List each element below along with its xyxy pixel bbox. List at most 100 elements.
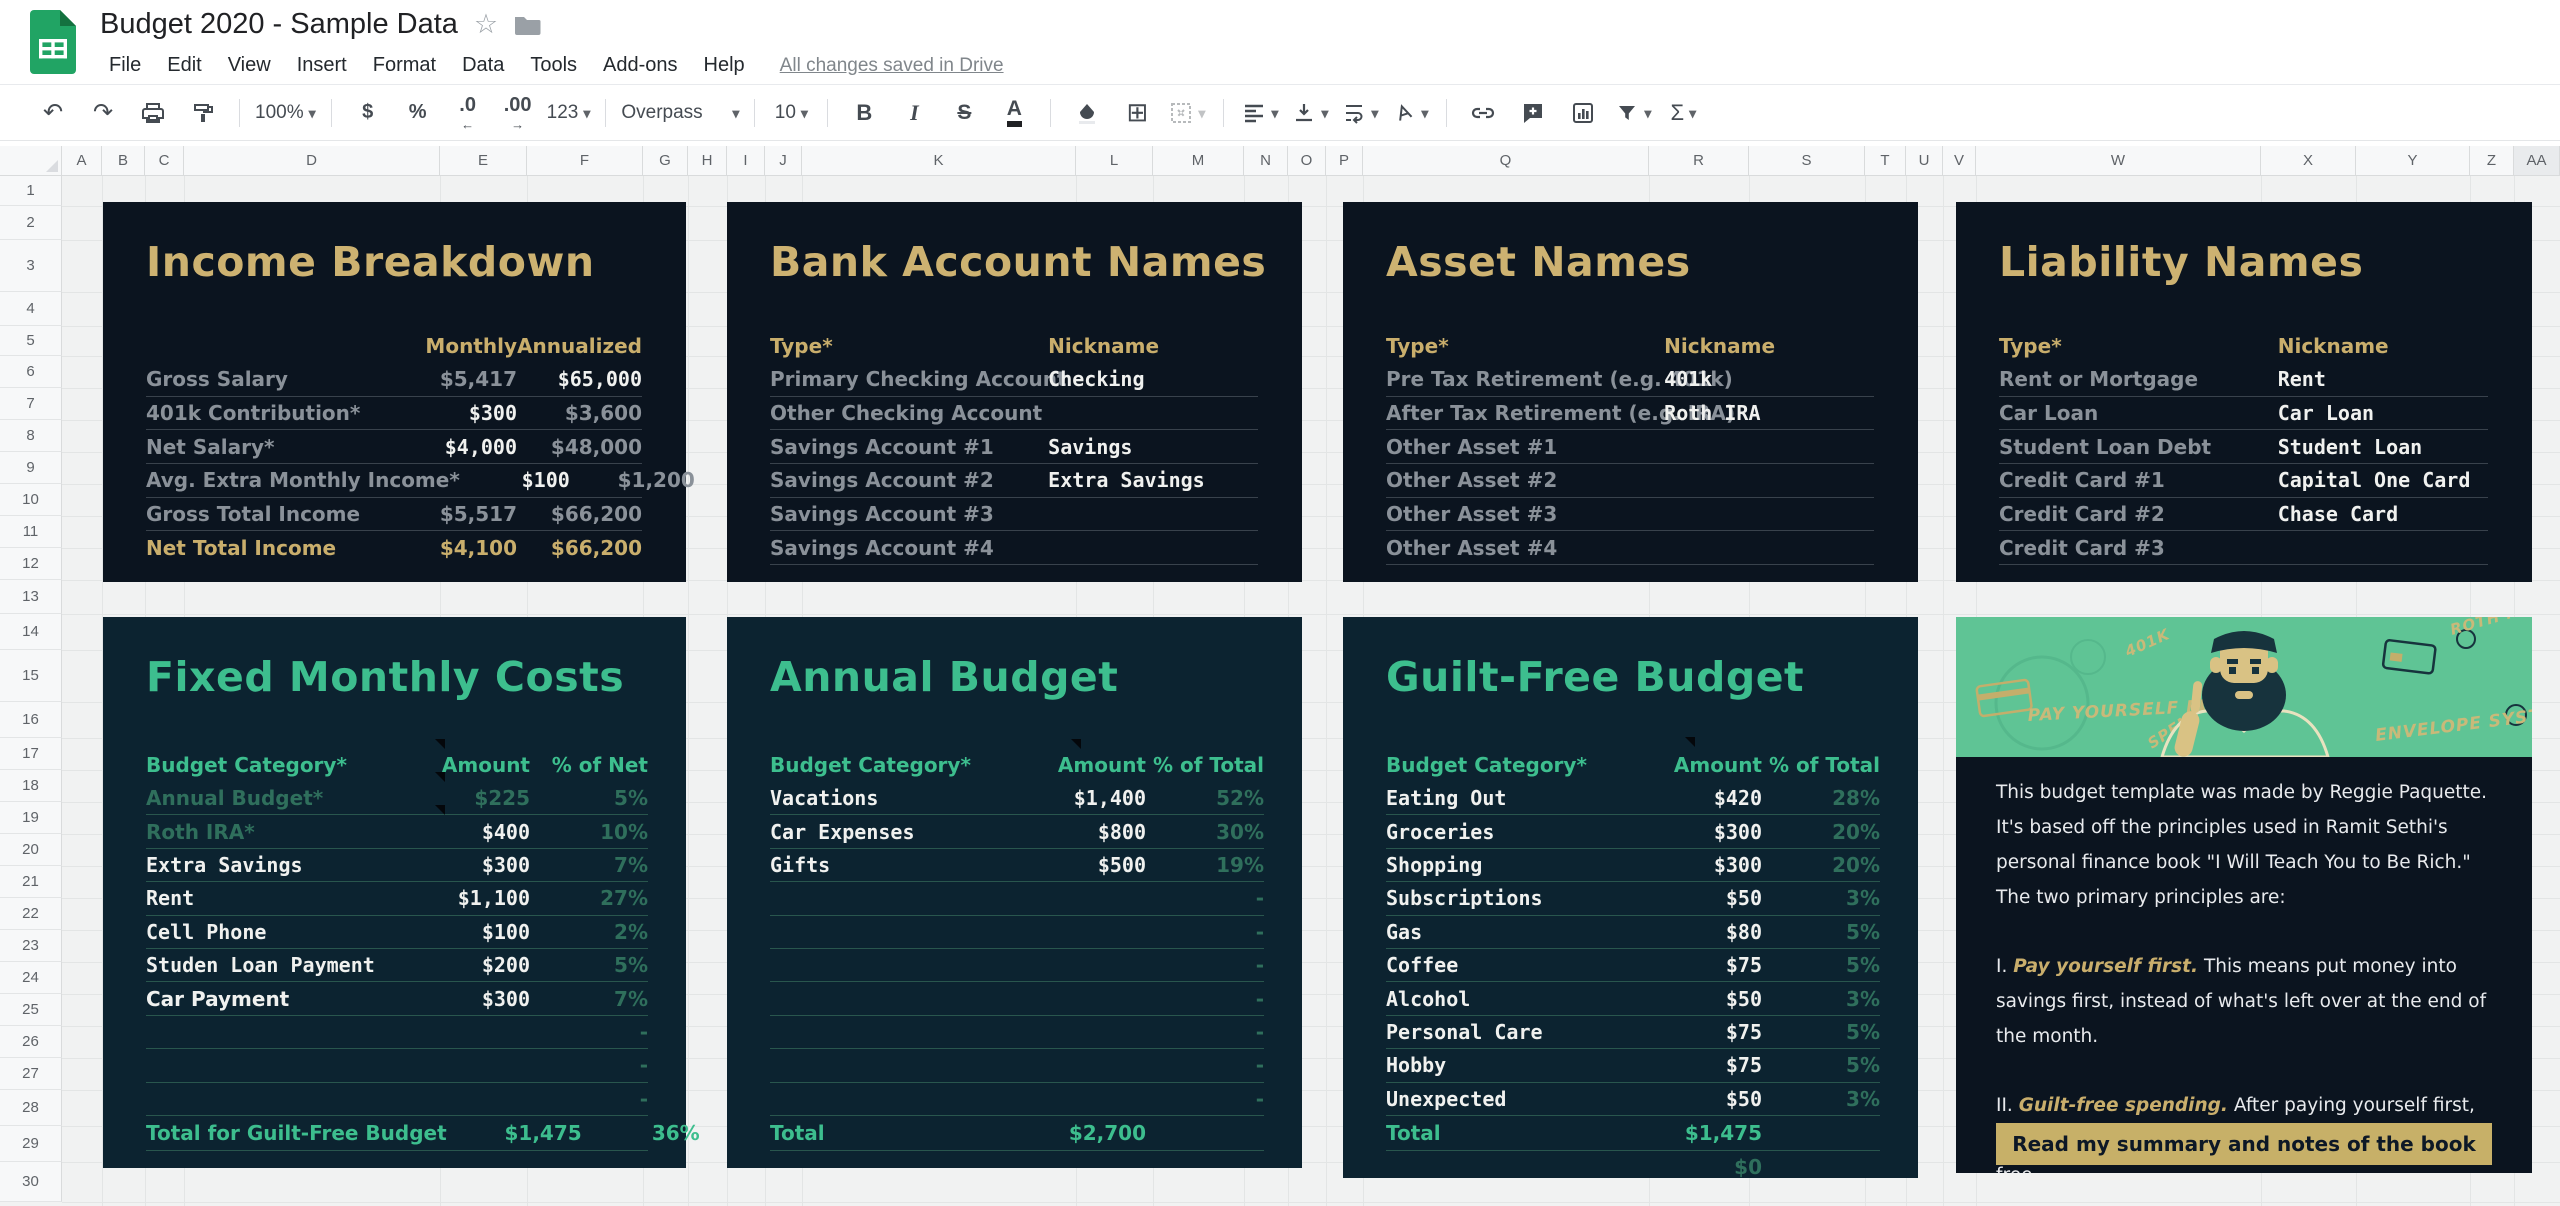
cell-amount[interactable]: $500 bbox=[1011, 853, 1146, 877]
row-header[interactable]: 5 bbox=[0, 326, 62, 356]
cell-percent[interactable]: 30% bbox=[1146, 820, 1264, 844]
print-button[interactable] bbox=[128, 92, 178, 134]
cell-percent[interactable]: - bbox=[1146, 987, 1264, 1011]
cell-amount[interactable]: $300 bbox=[1627, 820, 1762, 844]
card-title[interactable]: Income Breakdown bbox=[146, 238, 595, 286]
column-header[interactable]: P bbox=[1326, 146, 1363, 176]
cell-percent[interactable]: 2% bbox=[530, 920, 648, 944]
menu-format[interactable]: Format bbox=[360, 50, 449, 81]
row-header[interactable]: 23 bbox=[0, 930, 62, 962]
spreadsheet-grid[interactable]: A B C D E F G H I J K L M N O P Q R S T U V W X Y Z AA 1 2 3 4 5 6 7 8 9 10… bbox=[0, 146, 2560, 1206]
cell-category[interactable]: Gas bbox=[1386, 920, 1627, 944]
cell-category[interactable]: Hobby bbox=[1386, 1053, 1627, 1077]
cell-category[interactable]: Roth IRA* bbox=[146, 820, 395, 844]
row-header[interactable]: 27 bbox=[0, 1058, 62, 1090]
column-header[interactable]: N bbox=[1244, 146, 1288, 176]
cell-label[interactable]: 401k Contribution* bbox=[146, 401, 407, 425]
row-header[interactable]: 3 bbox=[0, 240, 62, 292]
cell-nickname[interactable]: Roth IRA bbox=[1664, 401, 1874, 425]
cell-percent[interactable]: 52% bbox=[1146, 786, 1264, 810]
cell-percent[interactable]: 7% bbox=[530, 853, 648, 877]
cell-annualized[interactable]: $3,600 bbox=[517, 401, 642, 425]
cell-category[interactable]: Studen Loan Payment bbox=[146, 953, 395, 977]
cell-percent[interactable]: - bbox=[1146, 920, 1264, 944]
row-header[interactable]: 14 bbox=[0, 614, 62, 650]
total-monthly[interactable]: $4,100 bbox=[407, 536, 517, 560]
row-header[interactable]: 28 bbox=[0, 1090, 62, 1126]
cell-percent[interactable]: 7% bbox=[530, 987, 648, 1011]
cell-percent[interactable]: 5% bbox=[1762, 953, 1880, 977]
row-header[interactable]: 21 bbox=[0, 866, 62, 898]
row-header[interactable]: 20 bbox=[0, 834, 62, 866]
column-header[interactable]: H bbox=[688, 146, 727, 176]
move-folder-icon[interactable] bbox=[514, 14, 541, 36]
cell-amount[interactable]: $1,100 bbox=[395, 886, 530, 910]
cell-percent[interactable]: 5% bbox=[1762, 1053, 1880, 1077]
menu-view[interactable]: View bbox=[215, 50, 284, 81]
cell-annualized[interactable]: $1,200 bbox=[570, 468, 695, 492]
row-header[interactable]: 22 bbox=[0, 898, 62, 930]
cell-type[interactable]: Credit Card #1 bbox=[1999, 468, 2278, 492]
column-header[interactable]: U bbox=[1906, 146, 1943, 176]
cell-nickname[interactable]: Extra Savings bbox=[1048, 468, 1258, 492]
cell-amount[interactable]: $800 bbox=[1011, 820, 1146, 844]
row-header[interactable]: 11 bbox=[0, 516, 62, 548]
cell-amount[interactable]: $75 bbox=[1627, 1053, 1762, 1077]
cell-nickname[interactable]: Savings bbox=[1048, 435, 1258, 459]
column-header[interactable]: Y bbox=[2356, 146, 2470, 176]
cell-type[interactable]: Credit Card #3 bbox=[1999, 536, 2278, 560]
cell-amount[interactable]: $80 bbox=[1627, 920, 1762, 944]
cell-type[interactable]: Other Checking Account bbox=[770, 401, 1048, 425]
cell-percent[interactable]: - bbox=[1146, 1053, 1264, 1077]
total-annual[interactable]: $66,200 bbox=[517, 536, 642, 560]
cell-percent[interactable]: 20% bbox=[1762, 853, 1880, 877]
row-header[interactable]: 29 bbox=[0, 1126, 62, 1162]
total-amount[interactable]: $2,700 bbox=[1011, 1121, 1146, 1145]
row-header[interactable]: 24 bbox=[0, 962, 62, 994]
menu-tools[interactable]: Tools bbox=[517, 50, 590, 81]
cell-nickname[interactable]: 401k bbox=[1664, 367, 1874, 391]
row-header[interactable]: 4 bbox=[0, 292, 62, 326]
cell-amount[interactable]: $75 bbox=[1627, 953, 1762, 977]
column-header[interactable]: W bbox=[1976, 146, 2261, 176]
cell-category[interactable]: Subscriptions bbox=[1386, 886, 1627, 910]
cell-percent[interactable]: 3% bbox=[1762, 886, 1880, 910]
cell-amount[interactable]: $200 bbox=[395, 953, 530, 977]
column-header[interactable]: E bbox=[440, 146, 527, 176]
total-label[interactable]: Total for Guilt-Free Budget bbox=[146, 1121, 447, 1145]
cell-nickname[interactable]: Checking bbox=[1048, 367, 1258, 391]
total-label[interactable]: Net Total Income bbox=[146, 536, 407, 560]
cell-nickname[interactable]: Car Loan bbox=[2278, 401, 2488, 425]
cell-nickname[interactable]: Chase Card bbox=[2278, 502, 2488, 526]
row-header[interactable]: 7 bbox=[0, 388, 62, 420]
cell-amount[interactable]: $50 bbox=[1627, 1087, 1762, 1111]
undo-button[interactable] bbox=[28, 92, 78, 134]
cell-percent[interactable]: - bbox=[1146, 953, 1264, 977]
column-header[interactable]: B bbox=[102, 146, 145, 176]
insert-comment-button[interactable] bbox=[1508, 92, 1558, 134]
strikethrough-button[interactable]: S bbox=[939, 92, 989, 134]
horizontal-align-button[interactable] bbox=[1235, 92, 1285, 134]
cell-percent[interactable]: 3% bbox=[1762, 987, 1880, 1011]
select-all-corner[interactable] bbox=[0, 146, 62, 176]
cell-percent[interactable]: - bbox=[530, 1053, 648, 1077]
cell-type[interactable]: Savings Account #1 bbox=[770, 435, 1048, 459]
column-header[interactable]: AA bbox=[2514, 146, 2560, 176]
cell-label[interactable]: Gross Salary bbox=[146, 367, 407, 391]
cell-monthly[interactable]: $100 bbox=[460, 468, 570, 492]
cell-category[interactable]: Personal Care bbox=[1386, 1020, 1627, 1044]
cell-amount[interactable]: $1,400 bbox=[1011, 786, 1146, 810]
cell-percent[interactable]: - bbox=[530, 1020, 648, 1044]
cell-percent[interactable]: 20% bbox=[1762, 820, 1880, 844]
cell-category[interactable]: Shopping bbox=[1386, 853, 1627, 877]
cell-label[interactable]: Gross Total Income bbox=[146, 502, 407, 526]
header-type[interactable]: Type* bbox=[1999, 334, 2278, 358]
cell-category[interactable]: Groceries bbox=[1386, 820, 1627, 844]
menu-insert[interactable]: Insert bbox=[284, 50, 360, 81]
redo-button[interactable] bbox=[78, 92, 128, 134]
cell-category[interactable]: Vacations bbox=[770, 786, 1011, 810]
row-header[interactable]: 30 bbox=[0, 1162, 62, 1202]
row-header[interactable]: 1 bbox=[0, 176, 62, 206]
cell-amount[interactable]: $225 bbox=[395, 786, 530, 810]
menu-data[interactable]: Data bbox=[449, 50, 517, 81]
